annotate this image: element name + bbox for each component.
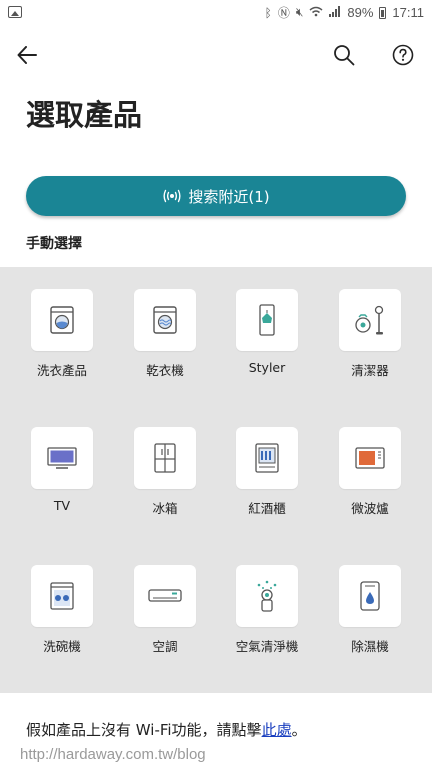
product-label: TV	[53, 498, 71, 513]
product-tile-air-purifier[interactable]: 空氣清淨機	[227, 565, 307, 655]
dishwasher-icon	[50, 582, 74, 610]
watermark: http://hardaway.com.tw/blog	[20, 746, 206, 763]
product-tile-washer[interactable]: 洗衣產品	[22, 289, 102, 379]
nfc-icon: Ⓝ	[277, 6, 290, 20]
gallery-icon	[8, 6, 22, 18]
signal-icon	[329, 5, 341, 20]
wine-cellar-icon	[255, 443, 279, 473]
vacuum-icon	[355, 305, 384, 335]
product-tile-box[interactable]	[134, 427, 196, 489]
product-label: 微波爐	[351, 501, 389, 516]
product-grid: 洗衣產品 乾衣機 Styler 清潔器 TV 冰箱 紅酒櫃 微波爐 洗碗機 空調…	[0, 267, 432, 693]
air-conditioner-icon	[148, 589, 182, 602]
product-tile-box[interactable]	[339, 289, 401, 351]
product-label: 空氣清淨機	[235, 639, 299, 654]
product-tile-box[interactable]	[236, 565, 298, 627]
product-tile-vacuum[interactable]: 清潔器	[330, 289, 410, 379]
product-tile-wine-cellar[interactable]: 紅酒櫃	[227, 427, 307, 517]
product-tile-styler[interactable]: Styler	[227, 289, 307, 375]
product-tile-fridge[interactable]: 冰箱	[125, 427, 205, 517]
search-nearby-label: 搜索附近(1)	[188, 187, 270, 206]
product-tile-dryer[interactable]: 乾衣機	[125, 289, 205, 379]
battery-percent: 89%	[347, 5, 374, 20]
footer-note: 假如產品上沒有 Wi-Fi功能，請點擊此處。	[26, 719, 307, 740]
product-label: 冰箱	[152, 501, 178, 516]
styler-icon	[259, 304, 275, 336]
status-bar: ᛒ Ⓝ 🔇︎ 89% 17:11	[0, 0, 432, 26]
product-tile-box[interactable]	[236, 289, 298, 351]
status-icons: ᛒ Ⓝ 🔇︎ 89% 17:11	[265, 4, 424, 21]
product-tile-box[interactable]	[236, 427, 298, 489]
product-tile-box[interactable]	[134, 565, 196, 627]
product-tile-tv[interactable]: TV	[22, 427, 102, 513]
broadcast-icon	[163, 189, 181, 203]
product-tile-box[interactable]	[31, 289, 93, 351]
tv-icon	[47, 447, 77, 469]
product-tile-box[interactable]	[31, 427, 93, 489]
product-tile-air-conditioner[interactable]: 空調	[125, 565, 205, 655]
dehumidifier-icon	[360, 581, 380, 611]
dryer-icon	[153, 306, 177, 334]
top-app-bar	[0, 30, 432, 80]
search-icon	[334, 45, 355, 66]
help-button[interactable]	[388, 40, 418, 70]
air-purifier-icon	[257, 580, 277, 612]
product-tile-box[interactable]	[134, 289, 196, 351]
product-tile-microwave[interactable]: 微波爐	[330, 427, 410, 517]
page-title: 選取產品	[26, 98, 143, 132]
product-label: 空調	[152, 639, 178, 654]
product-tile-box[interactable]	[339, 565, 401, 627]
product-tile-dehumidifier[interactable]: 除濕機	[330, 565, 410, 655]
product-tile-dishwasher[interactable]: 洗碗機	[22, 565, 102, 655]
product-label: 洗衣產品	[36, 363, 87, 378]
mute-icon: 🔇︎	[295, 5, 304, 19]
fridge-icon	[154, 443, 176, 473]
product-label: 紅酒櫃	[248, 501, 286, 516]
here-link[interactable]: 此處	[262, 721, 292, 739]
product-label: 洗碗機	[43, 639, 81, 654]
product-tile-box[interactable]	[339, 427, 401, 489]
product-label: 清潔器	[351, 363, 389, 378]
microwave-icon	[355, 447, 385, 469]
battery-icon	[379, 6, 387, 19]
footer-text: 假如產品上沒有 Wi-Fi功能，請點擊	[26, 721, 262, 739]
footer-end: 。	[291, 721, 307, 739]
search-button[interactable]	[329, 40, 359, 70]
help-icon	[392, 44, 414, 66]
back-arrow-icon	[17, 46, 37, 64]
bluetooth-icon: ᛒ	[264, 5, 272, 20]
product-label: 乾衣機	[146, 363, 184, 378]
manual-select-heading: 手動選擇	[26, 236, 82, 252]
back-button[interactable]	[12, 40, 42, 70]
clock: 17:11	[392, 5, 424, 20]
product-tile-box[interactable]	[31, 565, 93, 627]
washer-icon	[50, 306, 74, 334]
product-label: Styler	[248, 360, 286, 375]
product-label: 除濕機	[351, 639, 389, 654]
search-nearby-button[interactable]: 搜索附近(1)	[26, 176, 406, 216]
wifi-icon	[309, 6, 323, 20]
